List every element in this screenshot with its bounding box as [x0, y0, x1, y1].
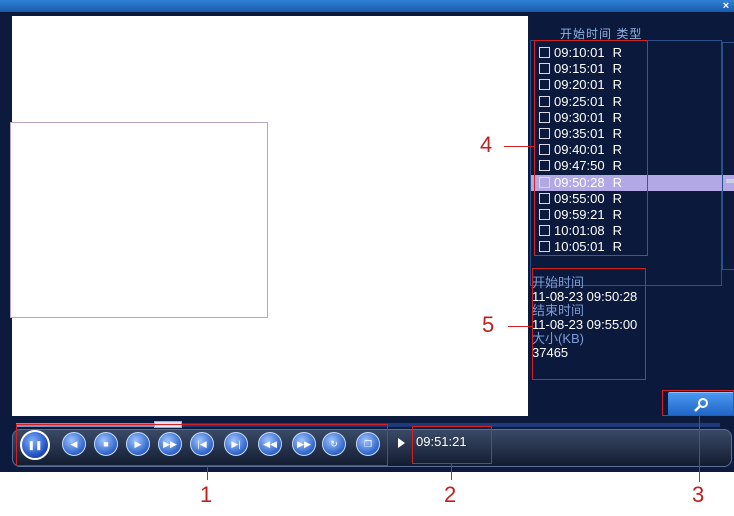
callout-box-search — [662, 390, 734, 416]
callout-line-3 — [699, 416, 700, 482]
time-indicator-icon — [398, 438, 405, 448]
callout-line-2 — [451, 464, 452, 480]
title-bar: × — [0, 0, 734, 12]
callout-box-controls — [16, 424, 388, 466]
callout-3: 3 — [692, 482, 705, 507]
video-frame — [10, 122, 268, 318]
list-scrollbar[interactable] — [722, 42, 734, 270]
callout-1: 1 — [200, 482, 213, 507]
callout-2: 2 — [444, 482, 457, 507]
callout-box-time — [412, 426, 492, 464]
video-display — [10, 16, 528, 416]
callout-line-5 — [508, 326, 532, 327]
callout-line-1 — [207, 466, 208, 480]
callout-box-list — [534, 40, 648, 256]
callout-4: 4 — [480, 132, 493, 157]
callout-line-4 — [504, 146, 534, 147]
callout-box-info — [532, 268, 646, 380]
close-icon[interactable]: × — [720, 0, 732, 12]
scroll-thumb[interactable] — [726, 179, 734, 183]
callout-5: 5 — [482, 312, 495, 337]
